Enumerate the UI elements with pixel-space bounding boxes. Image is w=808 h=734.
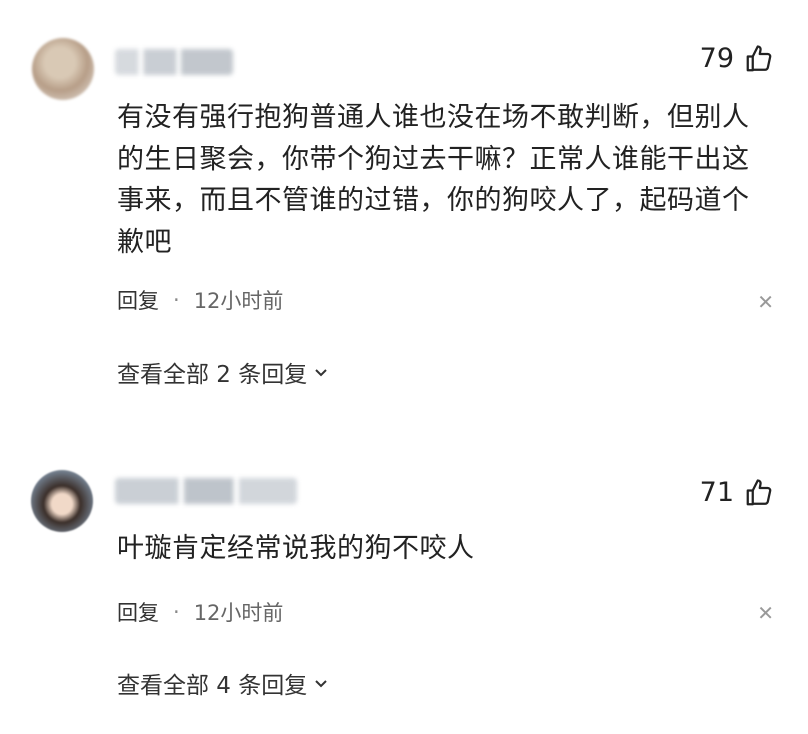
reply-button[interactable]: 回复 — [117, 597, 159, 627]
close-icon[interactable]: ✕ — [757, 601, 774, 625]
view-all-replies-label: 查看全部 4 条回复 — [117, 673, 308, 699]
comment-meta: 回复 · 12小时前 — [117, 597, 283, 627]
like-count: 71 — [699, 477, 734, 508]
thumbs-up-icon[interactable] — [744, 478, 774, 508]
avatar[interactable] — [31, 470, 93, 532]
timestamp: 12小时前 — [193, 601, 284, 625]
separator-dot: · — [173, 600, 180, 624]
chevron-down-icon — [315, 680, 327, 688]
view-all-replies-button[interactable]: 查看全部 4 条回复 — [117, 666, 329, 700]
username-blurred[interactable] — [115, 478, 297, 504]
like-control[interactable]: 71 — [700, 477, 774, 508]
comment-card: 71 叶璇肯定经常说我的狗不咬人 回复 · 12小时前 ✕ 查看全部 4 条回复 — [0, 0, 808, 734]
comment-text: 叶璇肯定经常说我的狗不咬人 — [117, 533, 475, 564]
